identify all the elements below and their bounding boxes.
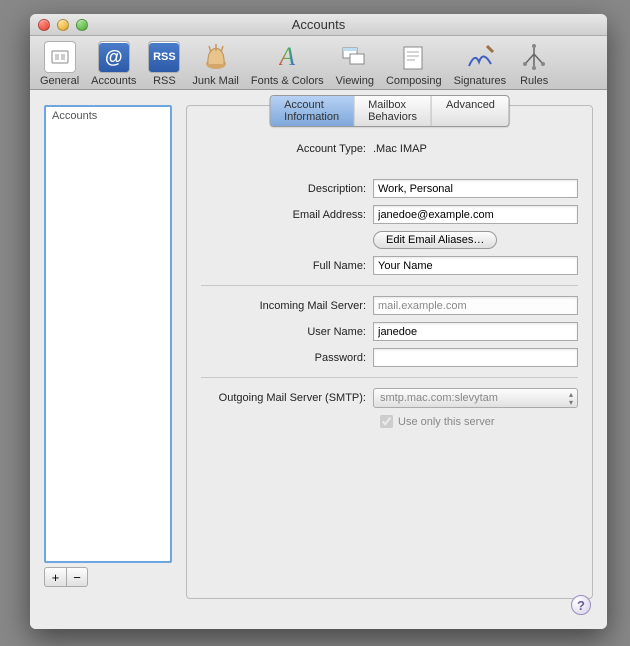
- help-button[interactable]: ?: [571, 595, 591, 615]
- toolbar-general[interactable]: General: [34, 41, 85, 87]
- tab-mailbox-behaviors[interactable]: Mailbox Behaviors: [354, 96, 432, 126]
- toolbar-rss[interactable]: RSS RSS: [142, 41, 186, 87]
- incoming-input[interactable]: [373, 296, 578, 315]
- sidebar-header: Accounts: [46, 107, 170, 125]
- account-panel: Account Information Mailbox Behaviors Ad…: [186, 105, 593, 599]
- toolbar: General @ Accounts RSS RSS Junk Mail A F…: [30, 36, 607, 90]
- rss-icon: RSS: [148, 41, 180, 73]
- fullname-label: Full Name:: [201, 260, 373, 272]
- tab-account-information[interactable]: Account Information: [270, 96, 354, 126]
- junk-icon: [200, 41, 232, 73]
- accounts-sidebar[interactable]: Accounts: [44, 105, 172, 563]
- toolbar-label: Viewing: [336, 75, 374, 87]
- separator: [201, 285, 578, 286]
- toolbar-fonts[interactable]: A Fonts & Colors: [245, 41, 330, 87]
- switch-icon: [44, 41, 76, 73]
- smtp-select[interactable]: smtp.mac.com:slevytam ▴▾: [373, 388, 578, 408]
- username-label: User Name:: [201, 326, 373, 338]
- toolbar-label: RSS: [153, 75, 176, 87]
- incoming-label: Incoming Mail Server:: [201, 300, 373, 312]
- use-only-label: Use only this server: [398, 416, 495, 428]
- use-only-checkbox[interactable]: [380, 415, 393, 428]
- account-type-value: .Mac IMAP: [373, 143, 578, 155]
- username-input[interactable]: [373, 322, 578, 341]
- content: Accounts + − Account Information Mailbox…: [30, 91, 607, 629]
- password-label: Password:: [201, 352, 373, 364]
- signature-icon: [464, 41, 496, 73]
- smtp-value: smtp.mac.com:slevytam: [380, 392, 498, 404]
- description-input[interactable]: [373, 179, 578, 198]
- tab-advanced[interactable]: Advanced: [432, 96, 509, 126]
- edit-aliases-button[interactable]: Edit Email Aliases…: [373, 231, 497, 249]
- toolbar-label: Junk Mail: [192, 75, 238, 87]
- at-icon: @: [98, 41, 130, 73]
- account-form: Account Type: .Mac IMAP Description: Ema…: [201, 136, 578, 428]
- toolbar-label: Fonts & Colors: [251, 75, 324, 87]
- composing-icon: [398, 41, 430, 73]
- window-title: Accounts: [30, 17, 607, 32]
- email-input[interactable]: [373, 205, 578, 224]
- separator: [201, 377, 578, 378]
- toolbar-label: Composing: [386, 75, 442, 87]
- toolbar-label: Rules: [520, 75, 548, 87]
- toolbar-junk[interactable]: Junk Mail: [186, 41, 244, 87]
- toolbar-rules[interactable]: Rules: [512, 41, 556, 87]
- add-remove-controls: + −: [44, 567, 88, 587]
- viewing-icon: [339, 41, 371, 73]
- toolbar-accounts[interactable]: @ Accounts: [85, 41, 142, 87]
- password-input[interactable]: [373, 348, 578, 367]
- toolbar-composing[interactable]: Composing: [380, 41, 448, 87]
- fonts-icon: A: [271, 41, 303, 73]
- description-label: Description:: [201, 183, 373, 195]
- account-type-label: Account Type:: [201, 143, 373, 155]
- remove-button[interactable]: −: [66, 567, 88, 587]
- titlebar: Accounts: [30, 14, 607, 36]
- toolbar-viewing[interactable]: Viewing: [330, 41, 380, 87]
- add-button[interactable]: +: [44, 567, 66, 587]
- rules-icon: [518, 41, 550, 73]
- preferences-window: Accounts General @ Accounts RSS RSS Junk…: [30, 14, 607, 629]
- toolbar-signatures[interactable]: Signatures: [448, 41, 513, 87]
- toolbar-label: Signatures: [454, 75, 507, 87]
- smtp-label: Outgoing Mail Server (SMTP):: [201, 392, 373, 404]
- use-only-row: Use only this server: [380, 415, 578, 428]
- toolbar-label: General: [40, 75, 79, 87]
- chevron-updown-icon: ▴▾: [569, 391, 573, 407]
- toolbar-label: Accounts: [91, 75, 136, 87]
- panel-tabs: Account Information Mailbox Behaviors Ad…: [269, 95, 510, 127]
- fullname-input[interactable]: [373, 256, 578, 275]
- email-label: Email Address:: [201, 209, 373, 221]
